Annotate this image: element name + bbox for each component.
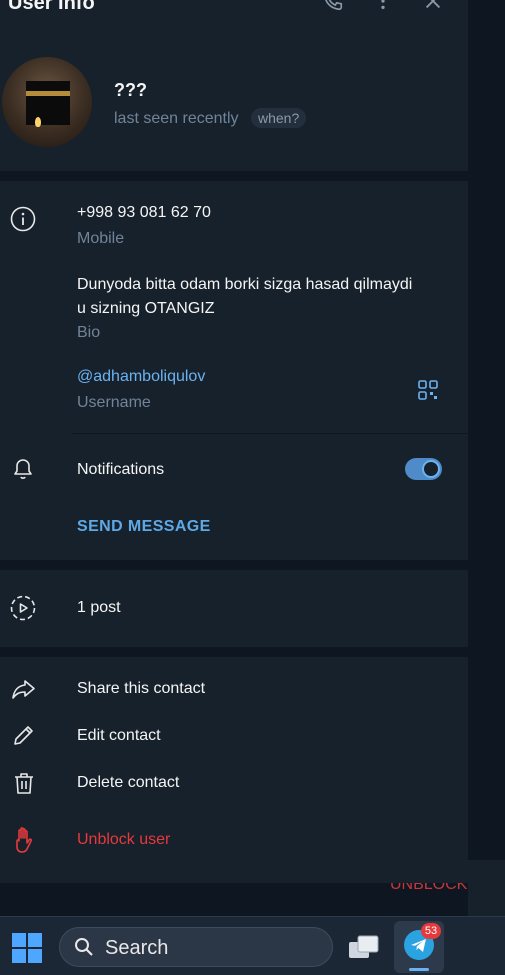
username-link[interactable]: @adhamboliqulov bbox=[77, 368, 205, 386]
telegram-active-indicator bbox=[409, 968, 429, 971]
panel-title: User Info bbox=[8, 0, 95, 14]
windows-start-icon[interactable] bbox=[12, 933, 42, 963]
notifications-toggle[interactable] bbox=[405, 458, 442, 480]
user-info-panel: User Info ??? last seen recently when? +… bbox=[0, 0, 468, 883]
avatar-kaaba-shape bbox=[26, 81, 70, 125]
avatar-candle-flame bbox=[35, 117, 41, 127]
separator-line bbox=[72, 433, 468, 434]
info-icon bbox=[10, 206, 36, 232]
trash-icon bbox=[15, 773, 33, 794]
close-icon[interactable] bbox=[422, 0, 444, 12]
phone-number[interactable]: +998 93 081 62 70 bbox=[77, 204, 211, 222]
qr-code-icon[interactable] bbox=[417, 379, 439, 401]
chat-background bbox=[468, 0, 505, 860]
unblock-user-item[interactable]: Unblock user bbox=[77, 831, 170, 849]
share-contact-item[interactable]: Share this contact bbox=[77, 680, 205, 698]
task-view-icon[interactable] bbox=[347, 933, 381, 961]
chat-bottom-bar bbox=[468, 860, 505, 916]
search-icon bbox=[75, 938, 93, 956]
section-divider bbox=[0, 560, 468, 570]
username-label: Username bbox=[77, 394, 151, 411]
more-vertical-icon[interactable] bbox=[372, 0, 394, 12]
bio-text[interactable]: Dunyoda bitta odam borki sizga hasad qil… bbox=[77, 273, 417, 321]
taskbar-search-box[interactable]: Search bbox=[59, 927, 333, 967]
section-divider bbox=[0, 171, 468, 181]
pencil-icon bbox=[14, 726, 33, 745]
bio-label: Bio bbox=[77, 324, 101, 341]
hand-stop-icon bbox=[16, 827, 33, 853]
notifications-label: Notifications bbox=[77, 461, 165, 478]
phone-label: Mobile bbox=[77, 230, 125, 247]
bell-icon bbox=[14, 459, 32, 479]
search-label: Search bbox=[105, 937, 169, 959]
section-divider bbox=[0, 647, 468, 657]
stories-icon bbox=[10, 595, 36, 621]
telegram-unread-badge: 53 bbox=[421, 923, 441, 939]
posts-count[interactable]: 1 post bbox=[77, 599, 121, 617]
avatar-kaaba-band bbox=[26, 91, 70, 96]
call-icon[interactable] bbox=[322, 0, 344, 12]
edit-contact-item[interactable]: Edit contact bbox=[77, 727, 161, 745]
toggle-knob bbox=[422, 460, 440, 478]
profile-name: ??? bbox=[114, 80, 147, 100]
when-badge[interactable]: when? bbox=[251, 108, 307, 128]
avatar[interactable] bbox=[2, 57, 92, 147]
windows-taskbar: Search 53 bbox=[0, 916, 505, 975]
last-seen-status: last seen recently bbox=[114, 110, 239, 127]
delete-contact-item[interactable]: Delete contact bbox=[77, 774, 179, 792]
send-message-button[interactable]: SEND MESSAGE bbox=[77, 518, 211, 536]
share-icon bbox=[12, 680, 35, 699]
